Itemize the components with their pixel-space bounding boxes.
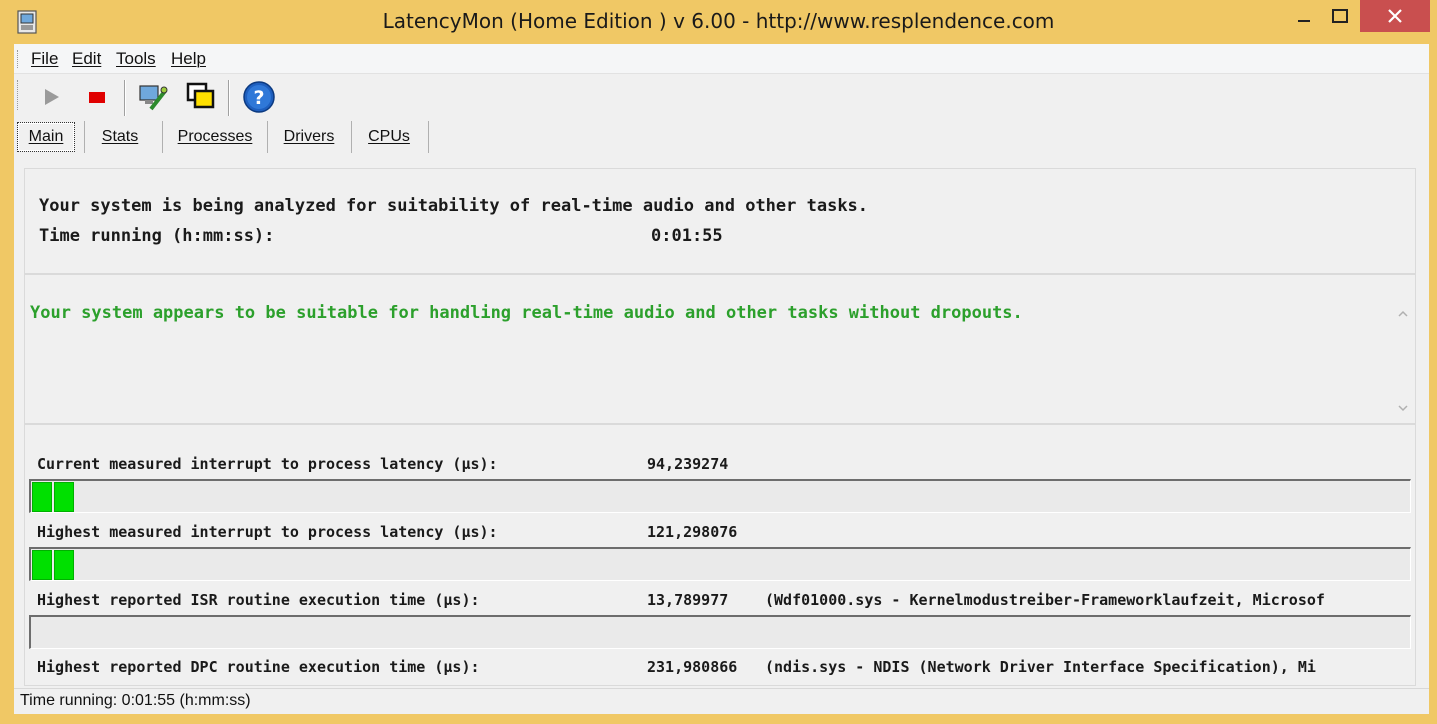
time-running-value: 0:01:55 (651, 226, 723, 246)
tools-button[interactable] (136, 80, 170, 114)
title-bar[interactable]: LatencyMon (Home Edition ) v 6.00 - http… (0, 0, 1437, 44)
tab-drivers[interactable]: Drivers (273, 122, 345, 152)
maximize-icon (1332, 9, 1348, 23)
tab-separator (84, 121, 85, 153)
scroll-down-icon[interactable] (1395, 401, 1411, 417)
metric-value: 94,239274 (647, 455, 729, 473)
scroll-up-icon[interactable] (1395, 307, 1411, 323)
tab-drivers-label: Drivers (283, 128, 335, 145)
tab-bar: Main Stats Processes Drivers CPUs (14, 120, 1429, 154)
client-area: File Edit Tools Help ? Main Stats Proces… (14, 44, 1429, 714)
bar-fill (32, 550, 76, 580)
minimize-icon (1298, 20, 1310, 22)
metric-value: 13,789977 (647, 591, 729, 609)
close-button[interactable] (1360, 0, 1430, 32)
tab-stats[interactable]: Stats (90, 122, 150, 152)
tab-separator (351, 121, 352, 153)
status-bar: Time running: 0:01:55 (h:mm:ss) (14, 688, 1429, 714)
latency-bar-current (29, 479, 1411, 513)
bar-fill (32, 482, 76, 512)
menu-bar: File Edit Tools Help (14, 44, 1429, 74)
tab-stats-label: Stats (101, 128, 139, 145)
verdict-text: Your system appears to be suitable for h… (30, 303, 1023, 323)
help-icon: ? (243, 81, 275, 113)
bar-segment (54, 482, 74, 512)
metric-value: 121,298076 (647, 523, 738, 541)
maximize-button[interactable] (1318, 0, 1362, 32)
menu-file[interactable]: File (31, 49, 58, 69)
tab-cpus-label: CPUs (368, 128, 410, 145)
menu-tools[interactable]: Tools (116, 49, 156, 69)
stop-icon (89, 92, 105, 103)
metric-label: Highest reported ISR routine execution t… (37, 591, 480, 609)
tab-cpus[interactable]: CPUs (357, 122, 421, 152)
tab-separator (428, 121, 429, 153)
time-running-label: Time running (h:mm:ss): (39, 226, 275, 246)
menu-grip[interactable] (17, 50, 20, 68)
tab-separator (267, 121, 268, 153)
start-button[interactable] (34, 80, 68, 114)
toolbar-separator (124, 80, 126, 116)
menu-edit[interactable]: Edit (72, 49, 101, 69)
help-button[interactable]: ? (242, 80, 276, 114)
tab-processes[interactable]: Processes (168, 122, 262, 152)
metric-label: Current measured interrupt to process la… (37, 455, 498, 473)
bar-segment (32, 482, 52, 512)
close-icon (1388, 9, 1402, 23)
tools-icon (139, 85, 168, 111)
analysis-message: Your system is being analyzed for suitab… (39, 196, 869, 216)
tab-separator (162, 121, 163, 153)
metric-label: Highest measured interrupt to process la… (37, 523, 498, 541)
toolbar: ? (14, 74, 1429, 120)
tab-main-label: Main (28, 128, 64, 145)
svg-text:?: ? (253, 87, 264, 109)
status-bar-text: Time running: 0:01:55 (h:mm:ss) (20, 692, 251, 709)
latency-bar-highest (29, 547, 1411, 581)
verdict-scrollbar[interactable] (1391, 301, 1415, 423)
windows-button[interactable] (184, 80, 218, 114)
latency-metrics-panel: Current measured interrupt to process la… (24, 424, 1416, 686)
tab-main[interactable]: Main (17, 122, 75, 152)
play-icon (45, 89, 59, 105)
metric-detail: (ndis.sys - NDIS (Network Driver Interfa… (765, 658, 1316, 676)
analysis-status-panel: Your system is being analyzed for suitab… (24, 168, 1416, 274)
bar-segment (32, 550, 52, 580)
stop-button[interactable] (80, 80, 114, 114)
isr-bar (29, 615, 1411, 649)
latencymon-window: LatencyMon (Home Edition ) v 6.00 - http… (0, 0, 1437, 724)
toolbar-grip[interactable] (17, 80, 20, 110)
tab-processes-label: Processes (177, 128, 253, 145)
toolbar-separator (228, 80, 230, 116)
metric-value: 231,980866 (647, 658, 738, 676)
verdict-panel[interactable]: Your system appears to be suitable for h… (24, 274, 1416, 424)
metric-detail: (Wdf01000.sys - Kernelmodustreiber-Frame… (765, 591, 1325, 609)
window-title: LatencyMon (Home Edition ) v 6.00 - http… (382, 9, 1055, 33)
bar-segment (54, 550, 74, 580)
menu-help[interactable]: Help (171, 49, 206, 69)
windows-icon (186, 82, 215, 109)
metric-label: Highest reported DPC routine execution t… (37, 658, 480, 676)
